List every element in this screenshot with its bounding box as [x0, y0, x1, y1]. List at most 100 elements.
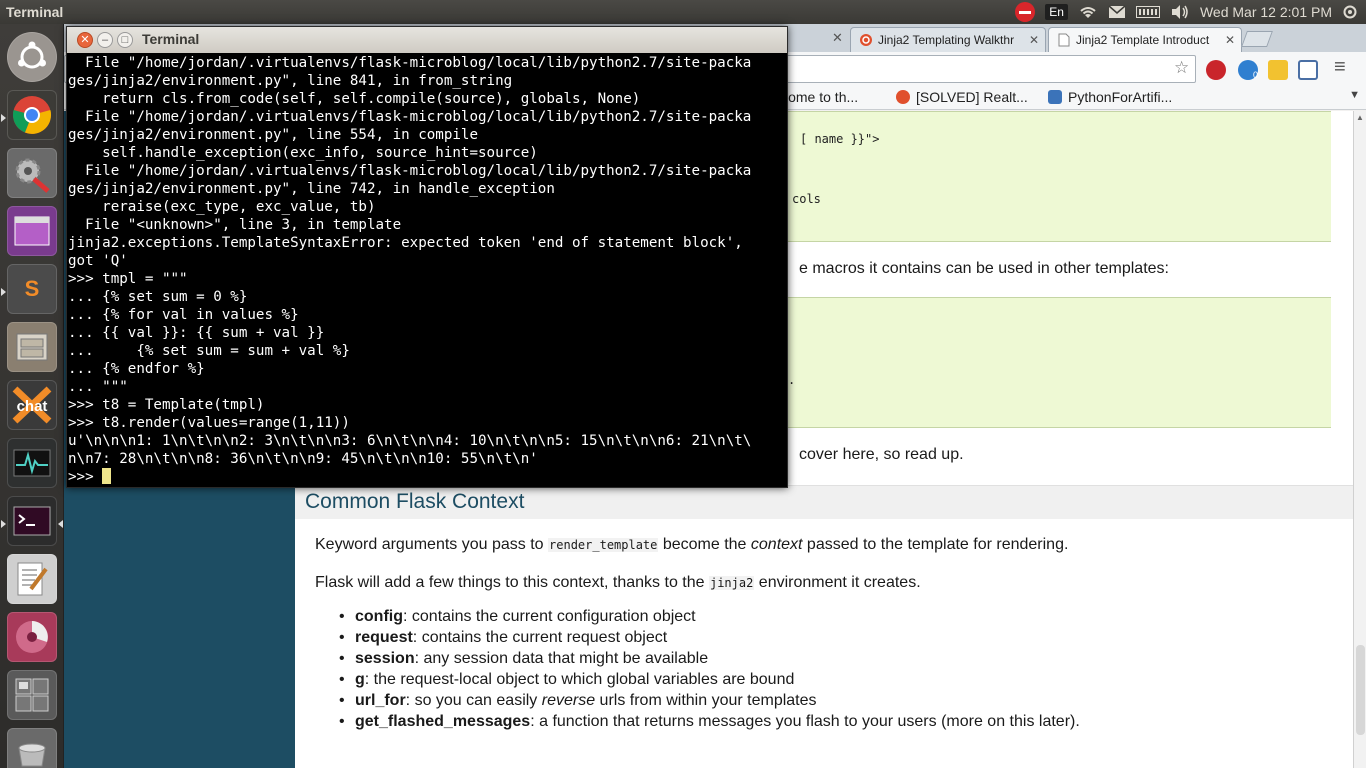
list-term: get_flashed_messages — [355, 713, 531, 730]
volume-icon[interactable] — [1170, 2, 1190, 22]
sublime-text-icon[interactable]: S — [7, 264, 57, 314]
terminal-title: Terminal — [142, 31, 200, 47]
window-maximize-button[interactable]: □ — [117, 32, 133, 48]
workspaces-icon[interactable] — [7, 670, 57, 720]
bookmark-item[interactable]: [SOLVED] Realt... — [896, 89, 1028, 105]
bookmark-star-icon[interactable]: ☆ — [1174, 58, 1189, 78]
tab-jinja2-intro[interactable]: Jinja2 Template Introduct ✕ — [1048, 27, 1242, 52]
extension-badge-icon[interactable]: 0 — [1238, 60, 1258, 80]
bookmark-item[interactable]: lcome to th... — [778, 89, 858, 105]
keyboard-layout-label: En — [1045, 4, 1068, 20]
inline-code: render_template — [548, 538, 659, 552]
active-app-title: Terminal — [6, 4, 64, 20]
keyboard-layout-indicator[interactable]: En — [1045, 2, 1068, 22]
system-settings-icon[interactable] — [7, 148, 57, 198]
disk-usage-icon[interactable] — [7, 612, 57, 662]
clock[interactable]: Wed Mar 12 2:01 PM — [1200, 2, 1332, 22]
top-panel: Terminal En Wed Mar 12 2:01 PM — [0, 0, 1366, 24]
text-editor-icon[interactable] — [7, 554, 57, 604]
list-desc: urls from within your templates — [595, 692, 817, 709]
text: environment it creates. — [754, 574, 921, 591]
list-term: request — [355, 629, 413, 646]
code-fragment: [ name }}"> — [800, 132, 880, 146]
tab-close-icon[interactable]: ✕ — [832, 30, 843, 46]
text: Keyword arguments you pass to — [315, 536, 549, 553]
mail-icon[interactable] — [1108, 2, 1126, 22]
terminal-line: ges/jinja2/environment.py", line 841, in… — [68, 73, 513, 89]
tab-label: Jinja2 Templating Walkthr — [878, 33, 1015, 47]
power-gear-icon[interactable] — [1342, 2, 1358, 22]
terminal-output[interactable]: File "/home/jordan/.virtualenvs/flask-mi… — [68, 54, 787, 487]
tray-stop-icon[interactable] — [1015, 2, 1036, 22]
terminal-line: u'\n\n\n1: 1\n\t\n\n2: 3\n\t\n\n3: 6\n\t… — [68, 433, 752, 449]
emphasis: reverse — [541, 692, 596, 709]
scroll-up-arrow-icon[interactable]: ▲ — [1356, 113, 1364, 122]
terminal-window[interactable]: ✕ – □ Terminal File "/home/jordan/.virtu… — [66, 26, 788, 488]
window-close-button[interactable]: ✕ — [77, 32, 93, 48]
terminal-launcher-icon[interactable] — [7, 496, 57, 546]
section-header: Common Flask Context — [295, 485, 1353, 519]
terminal-line: ... {% set sum = 0 %} — [68, 289, 248, 305]
extension-icon[interactable] — [1268, 60, 1288, 80]
scrollbar-thumb[interactable] — [1356, 645, 1365, 735]
list-desc: : so you can easily — [405, 692, 542, 709]
trash-icon[interactable] — [7, 728, 57, 768]
bookmark-label: [SOLVED] Realt... — [916, 89, 1028, 105]
section-title: Common Flask Context — [305, 490, 525, 513]
list-desc: : any session data that might be availab… — [414, 650, 709, 667]
xchat-icon[interactable]: chat — [7, 380, 57, 430]
battery-icon[interactable] — [1135, 2, 1160, 22]
list-item: request: contains the current request ob… — [335, 629, 1080, 650]
list-desc: : the request-local object to which glob… — [364, 671, 795, 688]
paragraph-jinja2: Flask will add a few things to this cont… — [315, 574, 921, 592]
system-monitor-icon[interactable] — [7, 438, 57, 488]
tab-label: Jinja2 Template Introduct — [1076, 33, 1210, 47]
terminal-titlebar[interactable]: ✕ – □ Terminal — [67, 27, 787, 53]
window-extension-icon[interactable] — [1298, 60, 1318, 80]
paragraph-context: Keyword arguments you pass to render_tem… — [315, 536, 1068, 554]
page-scrollbar[interactable]: ▲ — [1353, 111, 1366, 768]
terminal-line: got 'Q' — [68, 253, 128, 269]
list-term: url_for — [355, 692, 406, 709]
terminal-line: ... {{ val }}: {{ sum + val }} — [68, 325, 325, 341]
list-desc: : a function that returns messages you f… — [530, 713, 1080, 730]
bookmark-item[interactable]: PythonForArtifi... — [1048, 89, 1172, 105]
text: Flask will add a few things to this cont… — [315, 574, 709, 591]
system-tray: En Wed Mar 12 2:01 PM — [1015, 0, 1366, 24]
ubuntu-favicon-icon — [896, 90, 910, 104]
terminal-line: >>> tmpl = """ — [68, 271, 188, 287]
extension-badge-count: 0 — [1252, 70, 1258, 80]
tab-jinja2-walkthrough[interactable]: Jinja2 Templating Walkthr ✕ — [850, 27, 1046, 52]
terminal-line: reraise(exc_type, exc_value, tb) — [68, 199, 376, 215]
context-list: config: contains the current configurati… — [335, 608, 1080, 734]
launcher: S chat — [0, 24, 64, 768]
window-minimize-button[interactable]: – — [97, 32, 113, 48]
terminal-cursor — [102, 468, 112, 484]
list-term: config — [355, 608, 403, 625]
chrome-icon[interactable] — [7, 90, 57, 140]
ubuntu-dash-icon[interactable] — [7, 32, 57, 82]
menu-icon[interactable]: ≡ — [1334, 56, 1346, 79]
inline-code: jinja2 — [708, 576, 755, 590]
list-item: get_flashed_messages: a function that re… — [335, 713, 1080, 734]
files-icon[interactable] — [7, 322, 57, 372]
terminal-line: File "/home/jordan/.virtualenvs/flask-mi… — [68, 109, 752, 125]
wifi-icon[interactable] — [1078, 2, 1098, 22]
list-desc: : contains the current request object — [412, 629, 668, 646]
window-switcher-icon[interactable] — [7, 206, 57, 256]
tab-close-icon[interactable]: ✕ — [1225, 33, 1235, 47]
new-tab-button[interactable] — [1241, 31, 1273, 47]
list-term: g — [355, 671, 365, 688]
adblock-icon[interactable] — [1206, 60, 1226, 80]
terminal-line: ges/jinja2/environment.py", line 554, in… — [68, 127, 478, 143]
terminal-line: File "/home/jordan/.virtualenvs/flask-mi… — [68, 163, 752, 179]
terminal-prompt: >>> — [68, 469, 103, 485]
terminal-line: ... {% set sum = sum + val %} — [68, 343, 350, 359]
terminal-prompt-line[interactable]: >>> — [68, 468, 787, 486]
tab-close-icon[interactable]: ✕ — [1029, 33, 1039, 47]
emphasis: context — [750, 536, 803, 553]
list-item: session: any session data that might be … — [335, 650, 1080, 671]
bookmarks-overflow-chevron-icon[interactable]: ▼ — [1349, 89, 1360, 101]
ubuntu-favicon-icon — [859, 33, 873, 47]
terminal-line: File "/home/jordan/.virtualenvs/flask-mi… — [68, 55, 752, 71]
